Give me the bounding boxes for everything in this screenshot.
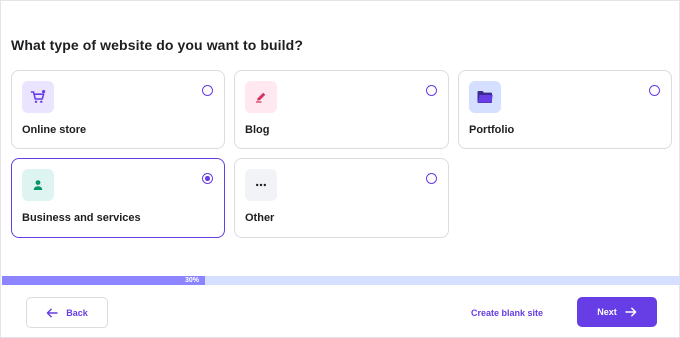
progress-fill	[2, 276, 205, 285]
option-card-business-and-services[interactable]: Business and services	[11, 158, 225, 238]
more-dots-icon	[256, 183, 266, 187]
option-card-other[interactable]: Other	[234, 158, 449, 238]
option-label-other: Other	[245, 212, 275, 224]
option-card-portfolio[interactable]: Portfolio	[458, 70, 672, 149]
next-button-label: Next	[597, 307, 617, 317]
arrow-left-icon	[46, 308, 58, 317]
folder-icon	[477, 91, 493, 103]
create-blank-site-link[interactable]: Create blank site	[457, 297, 557, 328]
page-title: What type of website do you want to buil…	[11, 37, 303, 53]
option-icon-box	[245, 81, 277, 113]
radio-other[interactable]	[426, 173, 437, 184]
back-button-label: Back	[66, 307, 88, 318]
option-icon-box	[245, 169, 277, 201]
option-label-portfolio: Portfolio	[469, 124, 515, 136]
radio-blog[interactable]	[426, 85, 437, 96]
option-icon-box	[22, 169, 54, 201]
radio-portfolio[interactable]	[649, 85, 660, 96]
progress-bar: 30%	[2, 276, 680, 285]
option-icon-box	[469, 81, 501, 113]
shopping-cart-icon	[30, 90, 46, 103]
option-label-business-and-services: Business and services	[22, 212, 141, 224]
pen-icon	[255, 92, 266, 103]
radio-online-store[interactable]	[202, 85, 213, 96]
next-button[interactable]: Next	[577, 297, 657, 327]
progress-label: 30%	[185, 277, 200, 284]
option-icon-box	[22, 81, 54, 113]
option-card-online-store[interactable]: Online store	[11, 70, 225, 149]
back-button[interactable]: Back	[26, 297, 108, 328]
onboarding-page: What type of website do you want to buil…	[0, 0, 680, 338]
option-card-blog[interactable]: Blog	[234, 70, 449, 149]
person-icon	[33, 180, 43, 190]
option-label-online-store: Online store	[22, 124, 87, 136]
arrow-right-icon	[625, 307, 637, 317]
radio-business-and-services[interactable]	[202, 173, 213, 184]
option-label-blog: Blog	[245, 124, 270, 136]
